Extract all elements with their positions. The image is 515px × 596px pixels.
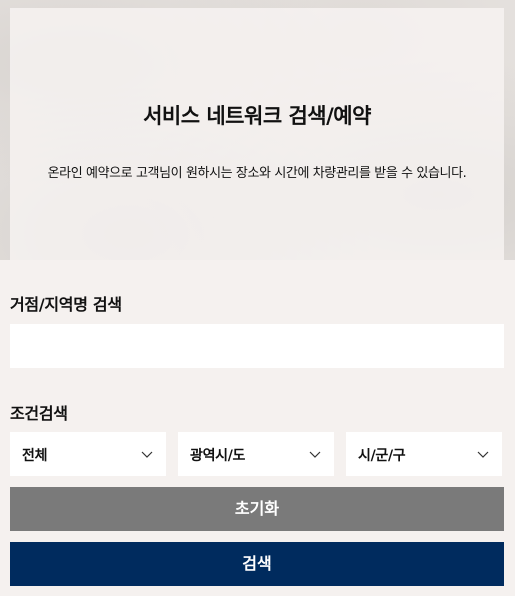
province-select-value: 광역시/도 bbox=[190, 448, 246, 464]
city-select-value: 시/군/구 bbox=[358, 448, 406, 464]
chevron-down-icon bbox=[477, 451, 489, 458]
search-button[interactable]: 검색 bbox=[10, 542, 504, 586]
page: 서비스 네트워크 검색/예약 온라인 예약으로 고객님이 원하시는 장소와 시간… bbox=[0, 0, 515, 596]
category-select[interactable]: 전체 bbox=[10, 432, 166, 476]
province-select[interactable]: 광역시/도 bbox=[178, 432, 334, 476]
chevron-down-icon bbox=[141, 451, 153, 458]
reset-button[interactable]: 초기화 bbox=[10, 487, 504, 531]
condition-search-label: 조건검색 bbox=[10, 404, 68, 423]
category-select-value: 전체 bbox=[22, 448, 48, 464]
hero-card bbox=[10, 8, 504, 260]
location-search-input[interactable] bbox=[10, 324, 504, 368]
city-select[interactable]: 시/군/구 bbox=[346, 432, 502, 476]
location-search-label: 거점/지역명 검색 bbox=[10, 295, 122, 314]
page-title: 서비스 네트워크 검색/예약 bbox=[143, 104, 371, 128]
hero-banner: 서비스 네트워크 검색/예약 온라인 예약으로 고객님이 원하시는 장소와 시간… bbox=[0, 0, 515, 260]
hero-description: 온라인 예약으로 고객님이 원하시는 장소와 시간에 차량관리를 받을 수 있습… bbox=[47, 166, 467, 181]
chevron-down-icon bbox=[309, 451, 321, 458]
